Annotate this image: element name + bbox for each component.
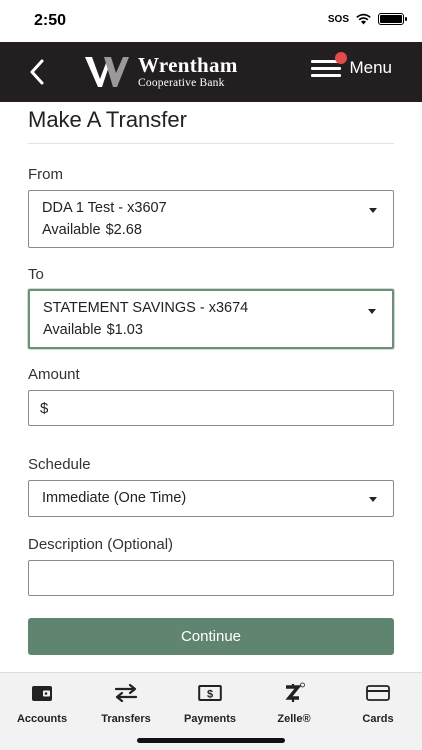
- tab-transfers[interactable]: Transfers: [84, 681, 168, 725]
- tab-payments-label: Payments: [184, 713, 236, 725]
- bank-subtitle: Cooperative Bank: [138, 76, 225, 89]
- status-indicators: SOS: [327, 13, 407, 25]
- schedule-selected: Immediate (One Time): [42, 490, 187, 506]
- zelle-icon: [285, 682, 305, 702]
- from-label: From: [28, 166, 63, 183]
- to-available-amount: $1.03: [106, 322, 143, 338]
- menu-button[interactable]: Menu: [311, 52, 392, 78]
- schedule-label: Schedule: [28, 456, 91, 473]
- to-available: Available $1.03: [43, 322, 143, 338]
- dollar-bill-icon: $: [198, 685, 222, 701]
- home-indicator[interactable]: [137, 738, 285, 743]
- description-input[interactable]: [28, 560, 394, 596]
- from-available-amount: $2.68: [105, 222, 142, 238]
- tab-zelle-label: Zelle®: [277, 713, 311, 725]
- tab-accounts[interactable]: Accounts: [0, 681, 84, 725]
- chevron-down-icon: [368, 309, 376, 314]
- chevron-down-icon: [369, 497, 377, 502]
- battery-icon: [378, 13, 407, 25]
- credit-card-icon: [366, 685, 390, 701]
- description-label: Description (Optional): [28, 536, 174, 553]
- bank-logo-mark-icon: [85, 57, 129, 87]
- to-account-select[interactable]: STATEMENT SAVINGS - x3674 Available $1.03: [28, 289, 394, 349]
- status-time: 2:50: [34, 12, 67, 29]
- bank-name: Wrentham: [138, 52, 238, 77]
- currency-symbol: $: [40, 400, 49, 417]
- amount-label: Amount: [28, 366, 80, 383]
- wifi-icon: [356, 13, 371, 25]
- to-account-name: STATEMENT SAVINGS - x3674: [43, 300, 249, 316]
- hamburger-icon: [311, 52, 348, 78]
- carrier-label: SOS: [327, 13, 349, 25]
- tab-cards-label: Cards: [362, 713, 394, 725]
- page-title: Make A Transfer: [28, 107, 187, 132]
- chevron-down-icon: [369, 208, 377, 213]
- continue-button[interactable]: Continue: [28, 618, 394, 655]
- tab-cards[interactable]: Cards: [336, 681, 420, 725]
- transfer-form: Make A Transfer From DDA 1 Test - x3607 …: [0, 102, 422, 672]
- transfer-arrows-icon: [114, 684, 138, 702]
- tab-payments[interactable]: $ Payments: [168, 681, 252, 725]
- amount-input[interactable]: $: [28, 390, 394, 426]
- app-header: Wrentham Cooperative Bank Menu: [0, 42, 422, 102]
- status-bar: 2:50 SOS: [0, 0, 422, 42]
- to-label: To: [28, 266, 44, 283]
- chevron-left-icon: [30, 59, 44, 85]
- bank-logo[interactable]: Wrentham Cooperative Bank: [84, 52, 238, 92]
- tab-zelle[interactable]: Zelle®: [252, 681, 336, 725]
- from-account-select[interactable]: DDA 1 Test - x3607 Available $2.68: [28, 190, 394, 248]
- from-available: Available $2.68: [42, 222, 142, 238]
- notification-dot: [335, 52, 348, 64]
- title-divider: [28, 143, 394, 144]
- tab-transfers-label: Transfers: [101, 713, 151, 725]
- schedule-select[interactable]: Immediate (One Time): [28, 480, 394, 517]
- from-account-name: DDA 1 Test - x3607: [42, 200, 167, 216]
- menu-label: Menu: [349, 58, 392, 77]
- back-button[interactable]: [22, 56, 52, 88]
- tab-accounts-label: Accounts: [16, 713, 68, 725]
- wallet-icon: [32, 686, 52, 701]
- svg-text:$: $: [207, 689, 213, 701]
